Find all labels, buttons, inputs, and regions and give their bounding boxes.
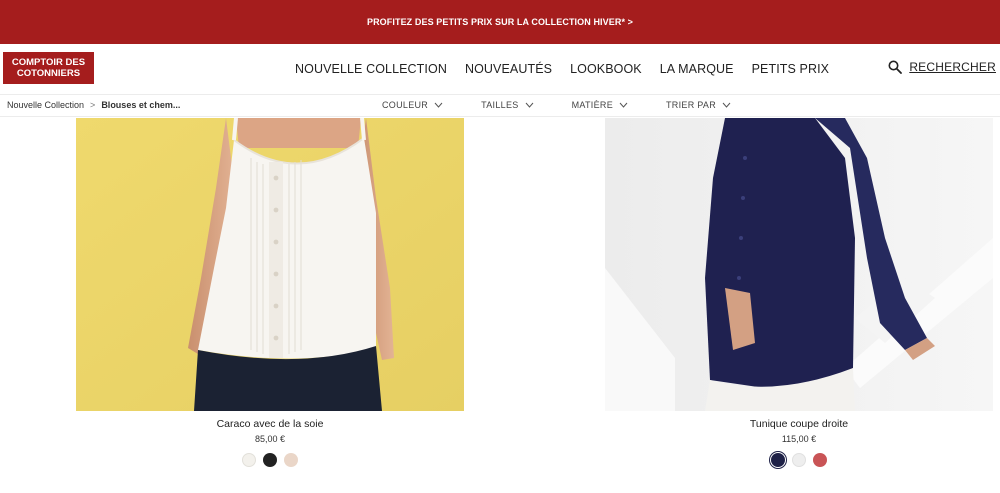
search-button[interactable]: RECHERCHER xyxy=(888,60,996,74)
chevron-down-icon xyxy=(619,102,628,108)
swatch-red[interactable] xyxy=(813,453,827,467)
product-name[interactable]: Tunique coupe droite xyxy=(605,418,993,430)
breadcrumb-current: Blouses et chem... xyxy=(101,100,181,110)
product-image[interactable] xyxy=(76,118,464,411)
filter-label: TRIER PAR xyxy=(666,100,717,110)
brand-logo[interactable]: COMPTOIR DES COTONNIERS xyxy=(3,52,94,84)
filter-label: COULEUR xyxy=(382,100,429,110)
product-photo-navy-tunic xyxy=(605,118,993,411)
nav-petits-prix[interactable]: PETITS PRIX xyxy=(752,62,830,76)
swatch-black[interactable] xyxy=(263,453,277,467)
product-card: Caraco avec de la soie 85,00 € xyxy=(76,118,464,467)
main-nav: NOUVELLE COLLECTION NOUVEAUTÉS LOOKBOOK … xyxy=(295,62,847,76)
color-swatches xyxy=(76,453,464,467)
promo-banner[interactable]: PROFITEZ DES PETITS PRIX SUR LA COLLECTI… xyxy=(0,0,1000,44)
product-photo-white-camisole xyxy=(76,118,464,411)
swatch-white[interactable] xyxy=(792,453,806,467)
chevron-down-icon xyxy=(434,102,443,108)
breadcrumb-separator: > xyxy=(90,100,96,110)
chevron-down-icon xyxy=(722,102,731,108)
breadcrumb-home[interactable]: Nouvelle Collection xyxy=(7,100,84,110)
product-price: 85,00 € xyxy=(254,434,286,444)
filter-label: MATIÈRE xyxy=(571,100,613,110)
product-image[interactable] xyxy=(605,118,993,411)
logo-line-1: COMPTOIR DES xyxy=(11,57,86,68)
site-header: COMPTOIR DES COTONNIERS NOUVELLE COLLECT… xyxy=(0,44,1000,94)
product-name[interactable]: Caraco avec de la soie xyxy=(76,418,464,430)
search-label[interactable]: RECHERCHER xyxy=(909,60,996,74)
logo-line-2: COTONNIERS xyxy=(16,68,81,79)
filter-trier-par[interactable]: TRIER PAR xyxy=(666,100,731,110)
promo-text[interactable]: PROFITEZ DES PETITS PRIX SUR LA COLLECTI… xyxy=(367,17,633,27)
nav-la-marque[interactable]: LA MARQUE xyxy=(660,62,734,76)
filters: COULEUR TAILLES MATIÈRE TRIER PAR xyxy=(382,100,769,110)
filter-couleur[interactable]: COULEUR xyxy=(382,100,443,110)
swatch-ecru[interactable] xyxy=(242,453,256,467)
chevron-down-icon xyxy=(525,102,533,108)
breadcrumb: Nouvelle Collection > Blouses et chem... xyxy=(7,100,180,110)
search-icon xyxy=(888,60,903,74)
swatch-navy[interactable] xyxy=(771,453,785,467)
product-price: 115,00 € xyxy=(781,434,817,444)
filter-bar: Nouvelle Collection > Blouses et chem...… xyxy=(0,94,1000,117)
nav-nouvelle-collection[interactable]: NOUVELLE COLLECTION xyxy=(295,62,447,76)
filter-matiere[interactable]: MATIÈRE xyxy=(572,100,628,110)
filter-tailles[interactable]: TAILLES xyxy=(481,100,533,110)
nav-lookbook[interactable]: LOOKBOOK xyxy=(570,62,642,76)
swatch-nude[interactable] xyxy=(284,453,298,467)
product-card: Tunique coupe droite 115,00 € xyxy=(605,118,993,467)
filter-label: TAILLES xyxy=(481,100,519,110)
color-swatches xyxy=(605,453,993,467)
nav-nouveautes[interactable]: NOUVEAUTÉS xyxy=(465,62,552,76)
